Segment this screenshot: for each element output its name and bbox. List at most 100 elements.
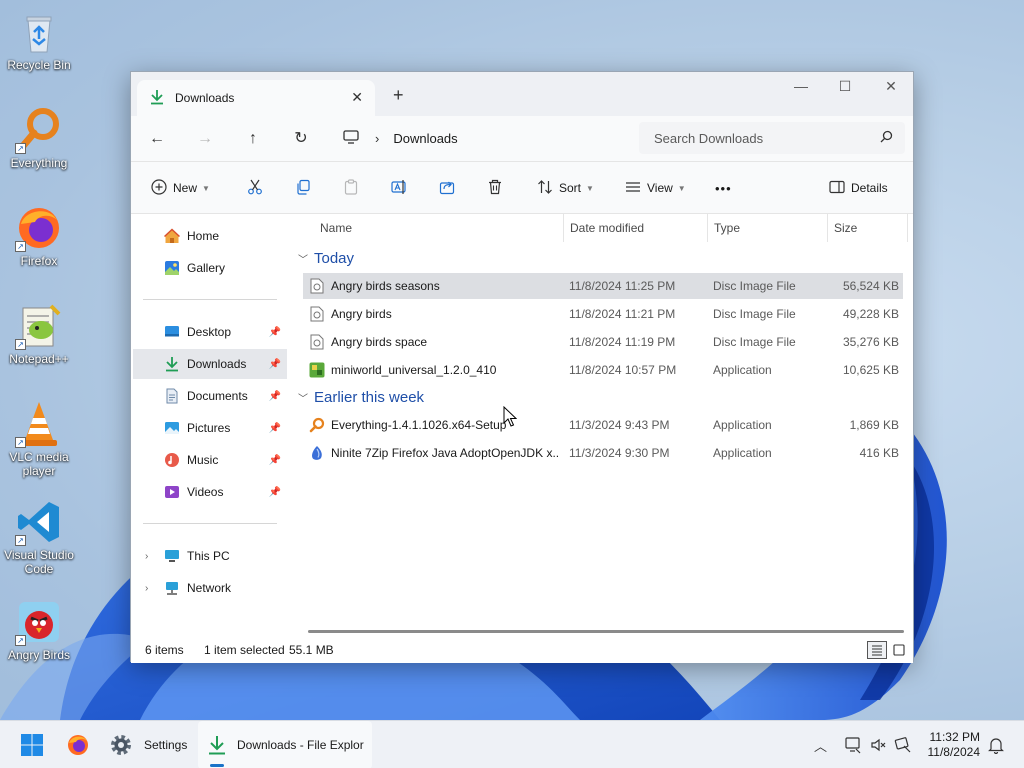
- file-row[interactable]: Everything-1.4.1.1026.x64-Setup 11/3/202…: [303, 412, 903, 438]
- sidebar-item-pictures[interactable]: Pictures 📌: [133, 413, 287, 443]
- file-date: 11/8/2024 11:21 PM: [569, 307, 676, 321]
- file-row[interactable]: Angry birds 11/8/2024 11:21 PM Disc Imag…: [303, 301, 903, 327]
- up-button[interactable]: ↑: [241, 127, 265, 151]
- address-bar[interactable]: › Downloads: [331, 123, 631, 153]
- search-icon[interactable]: [880, 130, 893, 146]
- plus-circle-icon: [151, 178, 167, 198]
- chevron-down-icon: ▼: [202, 183, 210, 193]
- desktop-icon-notepadpp[interactable]: ↗ Notepad++: [1, 302, 77, 366]
- desktop-icon-label: Angry Birds: [7, 648, 71, 662]
- taskbar-settings[interactable]: Settings: [104, 721, 192, 768]
- close-button[interactable]: ✕: [869, 78, 913, 102]
- documents-icon: [163, 387, 181, 405]
- network-status-icon[interactable]: [844, 736, 862, 757]
- tab-downloads[interactable]: Downloads ✕: [137, 80, 375, 116]
- expand-chevron-icon[interactable]: ›: [145, 583, 148, 594]
- group-header-earlier-this-week[interactable]: ﹀ Earlier this week: [298, 385, 424, 409]
- column-header-date-modified[interactable]: Date modified: [564, 214, 708, 242]
- taskbar-firefox[interactable]: [56, 721, 100, 768]
- file-size: 10,625 KB: [842, 363, 899, 377]
- column-header-size[interactable]: Size: [828, 214, 908, 242]
- file-type: Application: [713, 418, 772, 432]
- column-header-name[interactable]: Name: [314, 214, 564, 242]
- notification-icon[interactable]: [894, 736, 912, 757]
- volume-muted-icon[interactable]: [870, 736, 888, 757]
- start-button[interactable]: [10, 721, 54, 768]
- taskbar-file-explorer[interactable]: Downloads - File Explor: [198, 721, 372, 768]
- sidebar-item-label: Gallery: [187, 261, 226, 275]
- desktop-icon-everything[interactable]: ↗ Everything: [1, 106, 77, 170]
- sidebar-item-label: This PC: [187, 549, 230, 563]
- group-label: Earlier this week: [314, 388, 425, 406]
- sidebar-item-this-pc[interactable]: › This PC: [133, 541, 287, 571]
- column-header-type[interactable]: Type: [708, 214, 828, 242]
- show-hidden-icons-button[interactable]: ︿: [814, 736, 827, 755]
- ninite-app-icon: [309, 445, 325, 461]
- disc-image-icon: [309, 278, 325, 294]
- system-clock[interactable]: 11:32 PM 11/8/2024: [928, 730, 981, 760]
- tiles-view-button[interactable]: [889, 641, 909, 659]
- shortcut-arrow-icon: ↗: [15, 535, 26, 546]
- shortcut-arrow-icon: ↗: [15, 241, 26, 252]
- pin-icon: 📌: [268, 422, 281, 434]
- desktop-icon-angry-birds[interactable]: ↗ Angry Birds: [1, 598, 77, 662]
- sidebar-item-downloads[interactable]: Downloads 📌: [133, 349, 287, 379]
- tab-title: Downloads: [175, 91, 235, 105]
- everything-app-icon: [309, 417, 325, 433]
- desktop-icon-vscode[interactable]: ↗ Visual Studio Code: [1, 498, 77, 576]
- file-name: Angry birds: [331, 307, 392, 321]
- tab-close-button[interactable]: ✕: [351, 89, 363, 106]
- file-row[interactable]: Angry birds space 11/8/2024 11:19 PM Dis…: [303, 329, 903, 355]
- everything-icon: ↗: [15, 106, 63, 154]
- sidebar-item-videos[interactable]: Videos 📌: [133, 477, 287, 507]
- pin-icon: 📌: [268, 358, 281, 370]
- copy-button[interactable]: [295, 176, 311, 200]
- file-name: Angry birds seasons: [331, 279, 440, 293]
- more-options-button[interactable]: •••: [715, 176, 732, 200]
- desktop-icon-recycle-bin[interactable]: Recycle Bin: [1, 8, 77, 72]
- cut-button[interactable]: [247, 176, 263, 200]
- pictures-icon: [163, 419, 181, 437]
- refresh-button[interactable]: ↻: [289, 127, 313, 151]
- details-pane-button[interactable]: Details: [829, 176, 888, 200]
- file-row[interactable]: miniworld_universal_1.2.0_410 11/8/2024 …: [303, 357, 903, 383]
- sidebar-item-network[interactable]: › Network: [133, 573, 287, 603]
- rename-button[interactable]: [391, 176, 407, 200]
- minimize-button[interactable]: —: [779, 78, 823, 102]
- sort-button[interactable]: Sort ▼: [537, 176, 594, 200]
- group-header-today[interactable]: ﹀ Today: [298, 246, 354, 270]
- view-button[interactable]: View ▼: [625, 176, 686, 200]
- new-tab-button[interactable]: +: [393, 85, 404, 106]
- new-button[interactable]: New ▼: [151, 176, 210, 200]
- clock-date: 11/8/2024: [927, 745, 981, 759]
- chevron-down-icon: ▼: [677, 183, 686, 193]
- file-row[interactable]: Angry birds seasons 11/8/2024 11:25 PM D…: [303, 273, 903, 299]
- maximize-button[interactable]: ☐: [823, 78, 867, 102]
- details-view-button[interactable]: [867, 641, 887, 659]
- file-row[interactable]: Ninite 7Zip Firefox Java AdoptOpenJDK x.…: [303, 440, 903, 466]
- back-button[interactable]: ←: [145, 127, 169, 151]
- sidebar-item-gallery[interactable]: Gallery: [133, 253, 287, 283]
- sidebar-item-home[interactable]: Home: [133, 221, 287, 251]
- delete-button[interactable]: [487, 176, 503, 200]
- sidebar-item-label: Pictures: [187, 421, 231, 435]
- desktop-folder-icon: [163, 323, 181, 341]
- file-name: Angry birds space: [331, 335, 428, 349]
- share-button[interactable]: [439, 176, 455, 200]
- notification-bell-icon[interactable]: [988, 736, 1004, 757]
- desktop-icon-vlc[interactable]: ↗ VLC media player: [1, 400, 77, 478]
- search-input[interactable]: Search Downloads: [639, 122, 905, 154]
- paste-button[interactable]: [343, 176, 359, 200]
- expand-chevron-icon[interactable]: ›: [145, 551, 148, 562]
- breadcrumb-downloads[interactable]: Downloads: [393, 131, 457, 146]
- navigation-bar: ← → ↑ ↻ › Downloads Search Downloads: [131, 116, 913, 162]
- desktop-icon-firefox[interactable]: ↗ Firefox: [1, 204, 77, 268]
- sidebar-item-label: Downloads: [187, 357, 247, 371]
- sidebar-item-desktop[interactable]: Desktop 📌: [133, 317, 287, 347]
- angry-birds-icon: ↗: [15, 598, 63, 646]
- taskbar-explorer-label: Downloads - File Explor: [237, 738, 364, 752]
- sidebar-item-documents[interactable]: Documents 📌: [133, 381, 287, 411]
- sidebar-item-music[interactable]: Music 📌: [133, 445, 287, 475]
- forward-button[interactable]: →: [193, 127, 217, 151]
- horizontal-scrollbar[interactable]: [308, 630, 904, 633]
